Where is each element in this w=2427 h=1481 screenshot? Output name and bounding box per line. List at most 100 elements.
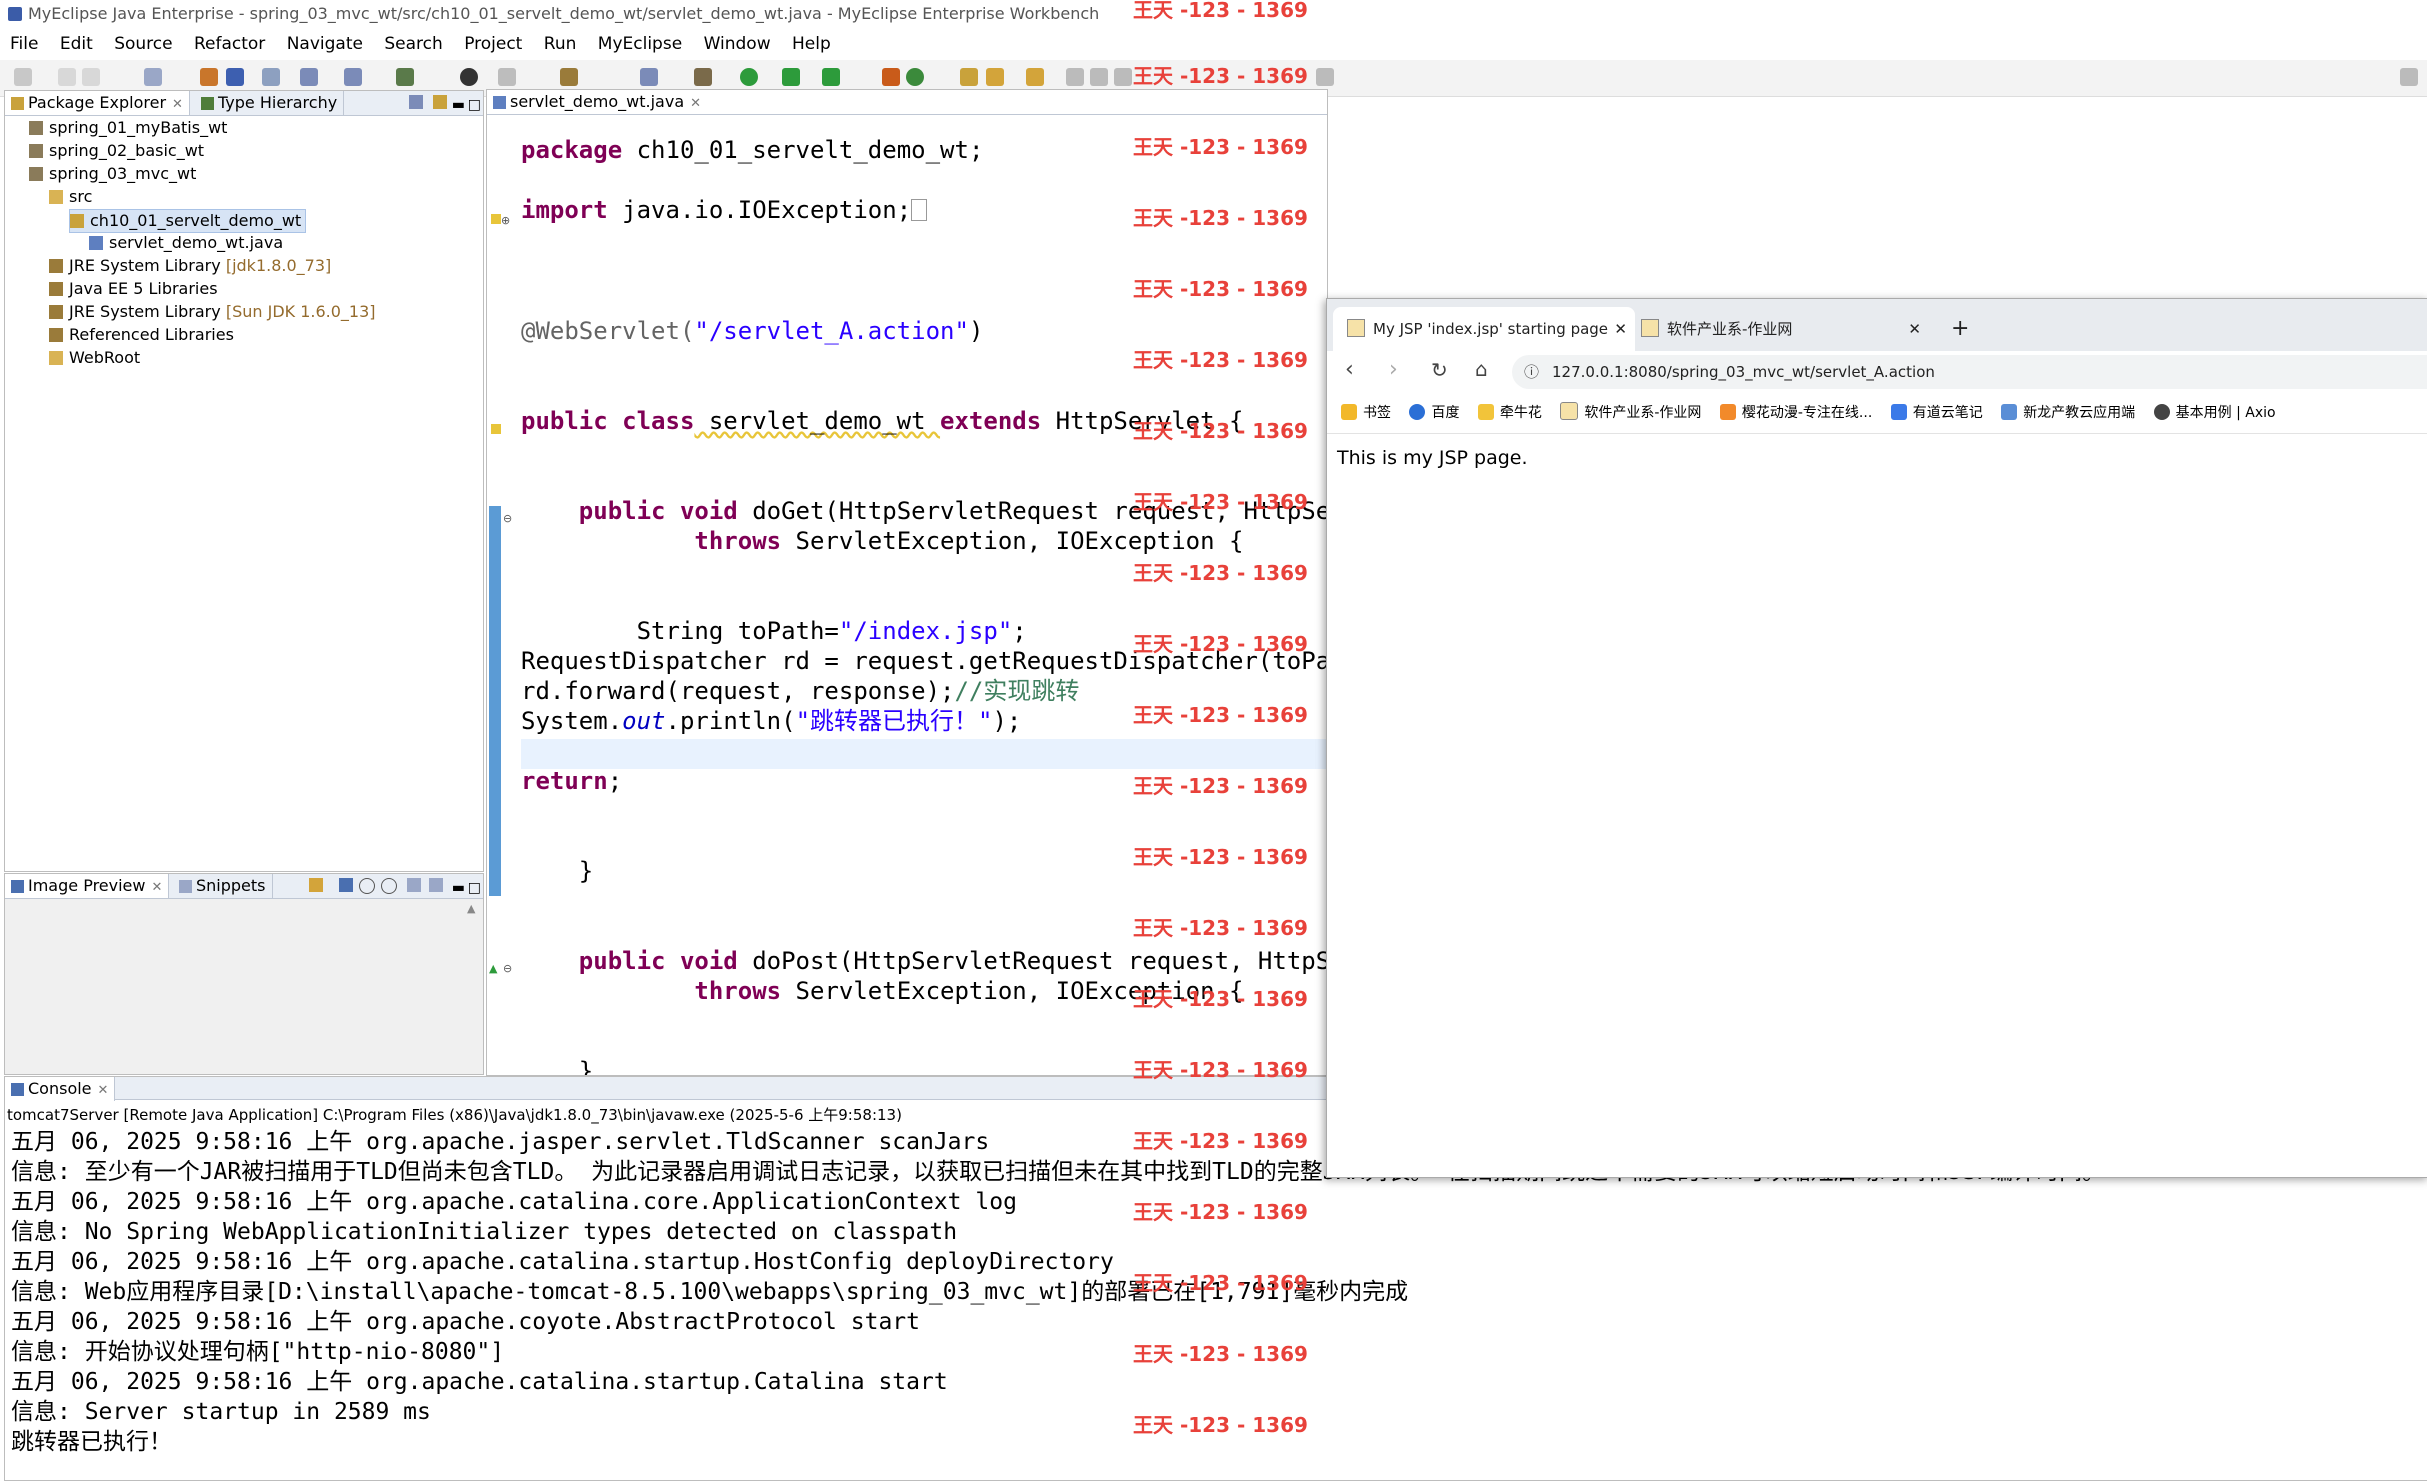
tree-item-src[interactable]: src bbox=[49, 186, 92, 208]
last-edit-icon[interactable] bbox=[1114, 68, 1132, 86]
menu-file[interactable]: File bbox=[10, 34, 38, 54]
bookmark-item[interactable]: 有道云笔记 bbox=[1890, 404, 1983, 421]
save-all-icon[interactable] bbox=[82, 68, 100, 86]
forward-arrow-icon[interactable]: › bbox=[1389, 357, 1398, 382]
actual-size-icon[interactable] bbox=[429, 878, 443, 892]
debug-icon[interactable] bbox=[694, 68, 712, 86]
package-icon[interactable] bbox=[560, 68, 578, 86]
menu-run[interactable]: Run bbox=[544, 34, 577, 54]
site-info-icon[interactable]: ⓘ bbox=[1524, 355, 1539, 389]
browser-tab-index-jsp[interactable]: My JSP 'index.jsp' starting page ✕ bbox=[1333, 307, 1635, 351]
browser-icon[interactable] bbox=[262, 68, 280, 86]
tree-item-package-selected[interactable]: ch10_01_servelt_demo_wt bbox=[69, 209, 307, 233]
run-server-icon[interactable] bbox=[344, 68, 362, 86]
bookmark-item[interactable]: 基本用例 | Axio bbox=[2153, 404, 2276, 421]
fold-collapse-icon[interactable]: ⊖ bbox=[503, 512, 512, 525]
server-icon[interactable] bbox=[144, 68, 162, 86]
tab-package-explorer[interactable]: Package Explorer ✕ bbox=[5, 91, 190, 115]
image-icon[interactable] bbox=[339, 878, 353, 892]
watermark: 王天 -123 - 1369 bbox=[1133, 987, 1308, 1011]
maximize-icon[interactable]: □ bbox=[468, 93, 481, 117]
database-icon[interactable] bbox=[226, 68, 244, 86]
save-icon[interactable] bbox=[58, 68, 76, 86]
new-tab-button[interactable]: + bbox=[1937, 307, 1969, 351]
open-type-icon[interactable] bbox=[498, 68, 516, 86]
new-icon[interactable] bbox=[14, 68, 32, 86]
search-icon[interactable] bbox=[986, 68, 1004, 86]
menu-project[interactable]: Project bbox=[464, 34, 522, 54]
bookmark-item[interactable]: 百度 bbox=[1409, 404, 1460, 421]
close-icon[interactable]: ✕ bbox=[690, 96, 701, 111]
type-hierarchy-icon bbox=[201, 97, 214, 110]
globe-icon[interactable] bbox=[460, 68, 478, 86]
debug-server-icon[interactable] bbox=[300, 68, 318, 86]
web-icon[interactable] bbox=[396, 68, 414, 86]
new-package-icon[interactable] bbox=[906, 68, 924, 86]
tree-item-spring-01[interactable]: spring_01_myBatis_wt bbox=[29, 117, 227, 139]
bookmark-label: 百度 bbox=[1431, 405, 1460, 421]
fold-expand-icon[interactable]: ⊕ bbox=[501, 214, 510, 227]
zoom-out-icon[interactable] bbox=[359, 878, 375, 894]
minimize-icon[interactable]: ▬ bbox=[452, 93, 465, 117]
scrollbar[interactable]: ▲ bbox=[467, 902, 481, 1072]
tab-type-hierarchy[interactable]: Type Hierarchy bbox=[195, 91, 345, 115]
close-icon[interactable]: ✕ bbox=[151, 880, 162, 895]
url-input[interactable]: ⓘ 127.0.0.1:8080/spring_03_mvc_wt/servle… bbox=[1512, 355, 2427, 389]
home-icon[interactable]: ⌂ bbox=[1475, 357, 1488, 381]
close-tab-icon[interactable]: ✕ bbox=[1908, 307, 1921, 351]
tree-item-spring-02[interactable]: spring_02_basic_wt bbox=[29, 140, 204, 162]
tree-item-javaee-libraries[interactable]: Java EE 5 Libraries bbox=[49, 278, 218, 300]
menu-search[interactable]: Search bbox=[384, 34, 442, 54]
fit-icon[interactable] bbox=[407, 878, 421, 892]
fold-collapse-icon[interactable]: ⊖ bbox=[503, 962, 512, 975]
menu-edit[interactable]: Edit bbox=[60, 34, 93, 54]
tree-item-jre-library-sun[interactable]: JRE System Library [Sun JDK 1.6.0_13] bbox=[49, 301, 376, 323]
bookmark-item[interactable]: 新龙产教云应用端 bbox=[2001, 404, 2135, 421]
tree-item-java-file[interactable]: servlet_demo_wt.java bbox=[89, 232, 283, 254]
tab-snippets[interactable]: Snippets bbox=[173, 874, 273, 898]
refresh-icon[interactable] bbox=[309, 878, 323, 892]
back-arrow-icon[interactable]: ‹ bbox=[1345, 357, 1354, 382]
tab-image-preview[interactable]: Image Preview ✕ bbox=[5, 874, 170, 898]
annotation-icon[interactable] bbox=[1066, 68, 1084, 86]
menu-navigate[interactable]: Navigate bbox=[287, 34, 363, 54]
bookmark-icon[interactable] bbox=[1026, 68, 1044, 86]
tab-servlet-demo-wt-java[interactable]: servlet_demo_wt.java ✕ bbox=[487, 90, 708, 114]
close-icon[interactable]: ✕ bbox=[98, 1083, 109, 1098]
browser-tab-homework[interactable]: 软件产业系-作业网 ✕ bbox=[1627, 307, 1929, 351]
perspective-switch-icon[interactable] bbox=[2400, 68, 2418, 86]
back-icon[interactable] bbox=[1316, 68, 1334, 86]
menu-source[interactable]: Source bbox=[114, 34, 172, 54]
close-tab-icon[interactable]: ✕ bbox=[1614, 307, 1627, 351]
tree-item-spring-03[interactable]: spring_03_mvc_wt bbox=[29, 163, 196, 185]
pin-icon[interactable] bbox=[1090, 68, 1108, 86]
deploy-icon[interactable] bbox=[200, 68, 218, 86]
bookmark-item[interactable]: 书签 bbox=[1341, 404, 1391, 421]
link-with-editor-icon[interactable] bbox=[433, 95, 447, 109]
zoom-in-icon[interactable] bbox=[381, 878, 397, 894]
run-icon[interactable] bbox=[740, 68, 758, 86]
menu-window[interactable]: Window bbox=[704, 34, 771, 54]
menu-refactor[interactable]: Refactor bbox=[194, 34, 265, 54]
bookmark-item[interactable]: 软件产业系-作业网 bbox=[1560, 402, 1701, 421]
external-tools-icon[interactable] bbox=[822, 68, 840, 86]
bookmark-item[interactable]: 樱花动漫-专注在线... bbox=[1719, 404, 1872, 421]
tree-item-referenced-libraries[interactable]: Referenced Libraries bbox=[49, 324, 234, 346]
tree-item-jre-library[interactable]: JRE System Library [jdk1.8.0_73] bbox=[49, 255, 331, 277]
bookmark-item[interactable]: 牵牛花 bbox=[1477, 404, 1542, 421]
collapse-all-icon[interactable] bbox=[409, 95, 423, 109]
new-class-icon[interactable] bbox=[882, 68, 900, 86]
code-text: } bbox=[521, 1057, 594, 1075]
minimize-icon[interactable]: ▬ bbox=[452, 876, 465, 900]
perspective-icon[interactable] bbox=[640, 68, 658, 86]
folded-block-icon[interactable] bbox=[911, 199, 928, 221]
close-icon[interactable]: ✕ bbox=[172, 97, 183, 112]
coverage-icon[interactable] bbox=[782, 68, 800, 86]
tab-console[interactable]: Console ✕ bbox=[5, 1077, 116, 1101]
menu-myeclipse[interactable]: MyEclipse bbox=[598, 34, 682, 54]
tree-item-webroot[interactable]: WebRoot bbox=[49, 347, 140, 369]
open-folder-icon[interactable] bbox=[960, 68, 978, 86]
maximize-icon[interactable]: □ bbox=[468, 876, 481, 900]
reload-icon[interactable]: ↻ bbox=[1431, 358, 1448, 382]
menu-help[interactable]: Help bbox=[792, 34, 831, 54]
